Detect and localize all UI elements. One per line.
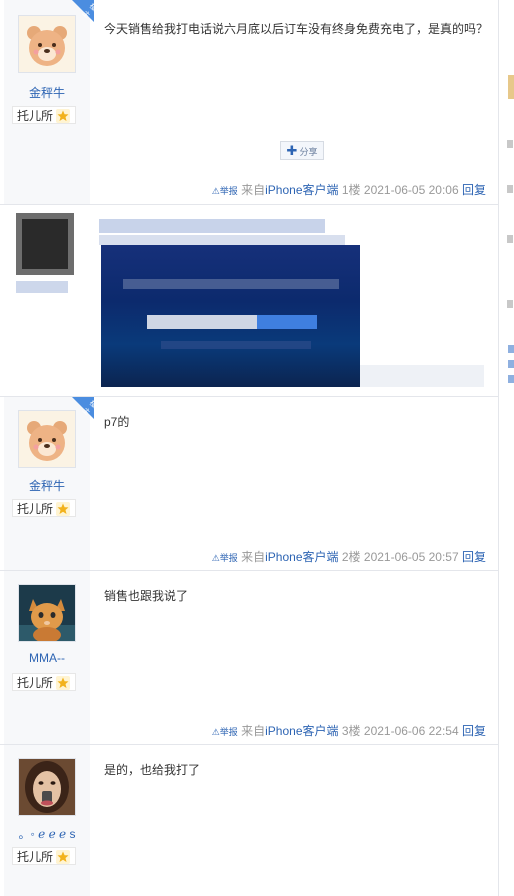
post-content: 销售也跟我说了 [104,589,189,603]
author-sidebar: 金秤牛 托儿所 楼主 [4,397,98,570]
rail-marker [508,345,514,353]
pixelated-username [16,281,68,293]
badge-label: 托儿所 [17,676,54,690]
badge-label: 托儿所 [17,502,54,516]
plus-icon: ✚ [286,143,298,158]
post-floor-4: 。◦ ℯ ℯ ℯ s 托儿所 是的，也给我打了 [0,745,498,896]
source-label: 来自 [241,550,266,564]
report-link[interactable]: ⚠举报 [212,186,238,196]
client-link[interactable]: iPhone客户端 [265,550,338,564]
level-badge: 托儿所 [12,106,76,124]
star-icon [56,109,70,123]
username[interactable]: 。◦ ℯ ℯ ℯ s [4,825,90,842]
reply-link[interactable]: 回复 [462,550,486,564]
source-label: 来自 [241,724,266,738]
right-rail [499,0,514,896]
rail-marker [507,235,513,243]
author-sidebar: 金秤牛 托儿所 楼主 [4,0,98,204]
level-badge: 托儿所 [12,499,76,517]
rail-marker [507,185,513,193]
rail-marker [507,300,513,308]
star-icon [56,502,70,516]
reply-link[interactable]: 回复 [462,183,486,197]
post-time: 2021-06-05 20:57 [363,550,459,564]
post-content: p7的 [104,415,130,429]
rail-marker [508,375,514,383]
floor-number: 2楼 [341,550,361,564]
level-badge: 托儿所 [12,673,76,691]
post-content: 今天销售给我打电话说六月底以后订车没有终身免费充电了，是真的吗？ [104,22,489,36]
op-corner-badge: 楼主 [72,0,98,22]
star-icon [56,850,70,864]
bear-avatar-icon[interactable] [18,15,76,73]
username[interactable]: 金秤牛 [4,84,90,101]
report-link[interactable]: ⚠举报 [212,553,238,563]
post-floor-3: MMA-- 托儿所 销售也跟我说了 ⚠举报 来自iPhone客户端 3楼 202… [0,571,498,745]
pixelated-image [101,245,360,387]
cat-avatar-icon[interactable] [18,584,76,642]
username[interactable]: 金秤牛 [4,477,90,494]
post-tail: ⚠举报 来自iPhone客户端 2楼 2021-06-05 20:57 回复 [212,548,486,565]
star-icon [56,676,70,690]
client-link[interactable]: iPhone客户端 [265,183,338,197]
badge-label: 托儿所 [17,109,54,123]
post-floor-1: 金秤牛 托儿所 楼主 今天销售给我打电话说六月底以后订车没有终身免费充电了，是真… [0,0,498,205]
rail-marker [507,140,513,148]
pixelated-avatar [16,213,74,275]
report-link[interactable]: ⚠举报 [212,727,238,737]
post-floor-redacted [0,205,498,397]
floor-number: 1楼 [341,183,361,197]
op-corner-badge: 楼主 [72,397,98,419]
username[interactable]: MMA-- [4,651,90,665]
pixelated-text [99,235,345,245]
post-tail: ⚠举报 来自iPhone客户端 1楼 2021-06-05 20:06 回复 [212,181,486,198]
level-badge: 托儿所 [12,847,76,865]
face-avatar-icon[interactable] [18,758,76,816]
post-tail: ⚠举报 来自iPhone客户端 3楼 2021-06-06 22:54 回复 [212,722,486,739]
author-sidebar [4,205,90,396]
post-floor-2: 金秤牛 托儿所 楼主 p7的 ⚠举报 来自iPhone客户端 2楼 2021-0… [0,397,498,571]
bear-avatar-icon[interactable] [18,410,76,468]
author-sidebar: MMA-- 托儿所 [4,571,90,744]
post-content: 是的，也给我打了 [104,763,201,777]
reply-link[interactable]: 回复 [462,724,486,738]
rail-marker [508,75,514,99]
floor-number: 3楼 [341,724,361,738]
thread-list: 金秤牛 托儿所 楼主 今天销售给我打电话说六月底以后订车没有终身免费充电了，是真… [0,0,499,896]
post-time: 2021-06-05 20:06 [363,183,459,197]
post-time: 2021-06-06 22:54 [363,724,459,738]
share-button[interactable]: ✚ 分享 [280,141,324,160]
badge-label: 托儿所 [17,850,54,864]
author-sidebar: 。◦ ℯ ℯ ℯ s 托儿所 [4,745,90,896]
pixelated-text [360,365,484,387]
pixelated-text [99,219,325,233]
source-label: 来自 [241,183,266,197]
client-link[interactable]: iPhone客户端 [265,724,338,738]
rail-marker [508,360,514,368]
